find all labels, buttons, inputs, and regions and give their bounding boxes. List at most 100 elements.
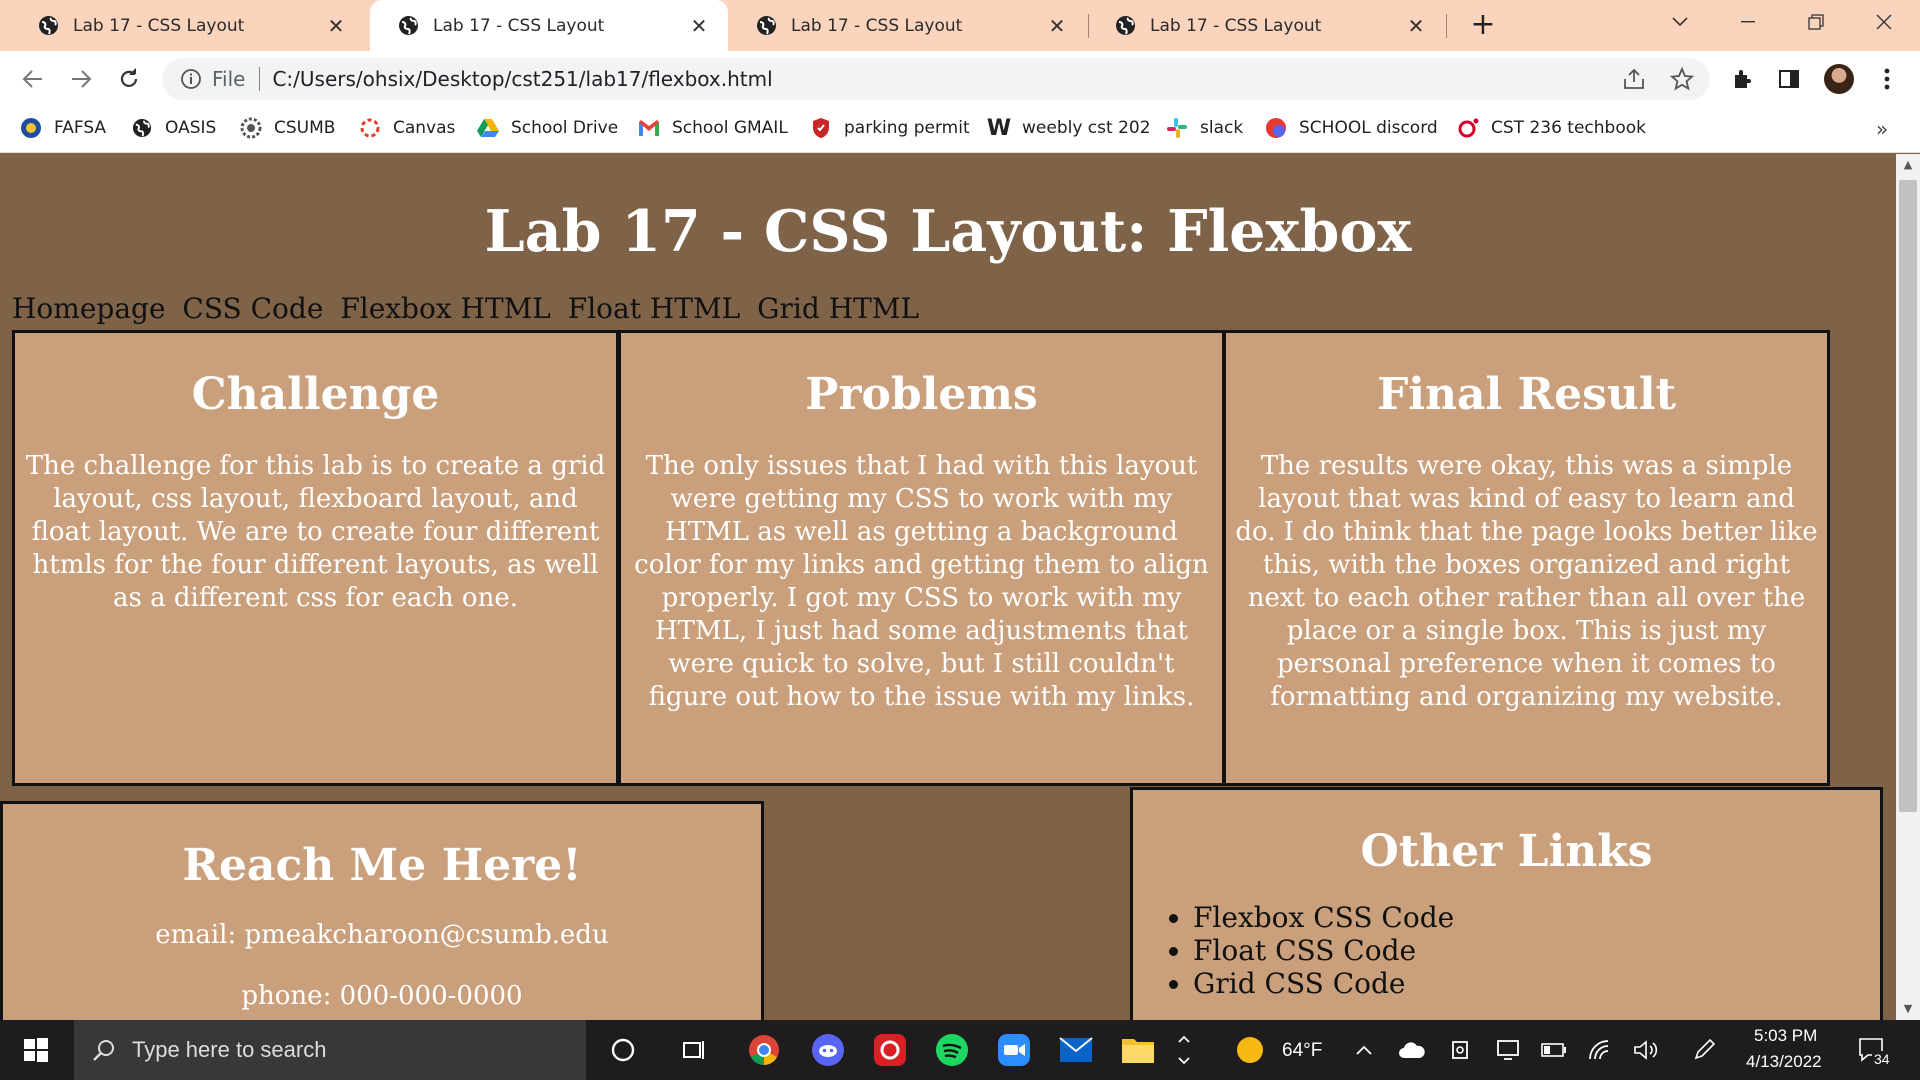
share-icon[interactable] — [1622, 67, 1646, 91]
address-bar[interactable]: File C:/Users/ohsix/Desktop/cst251/lab17… — [162, 58, 1710, 100]
bookmark-label: SCHOOL discord — [1299, 118, 1438, 138]
bookmark-canvas[interactable]: Canvas — [359, 115, 455, 141]
challenge-box: Challenge The challenge for this lab is … — [12, 330, 619, 786]
mail-icon[interactable] — [1058, 1032, 1094, 1068]
minimize-icon[interactable] — [1718, 0, 1778, 44]
browser-toolbar: File C:/Users/ohsix/Desktop/cst251/lab17… — [0, 51, 1920, 105]
tab-title: Lab 17 - CSS Layout — [1150, 15, 1322, 36]
bookmark-school-gmail[interactable]: School GMAIL — [638, 115, 788, 141]
tab-search-icon[interactable] — [1650, 0, 1710, 44]
bookmark-label: OASIS — [165, 118, 217, 138]
clock-time[interactable]: 5:03 PM — [1754, 1026, 1817, 1046]
bookmarks-overflow-button[interactable]: » — [1876, 117, 1888, 141]
close-window-icon[interactable] — [1854, 0, 1914, 44]
slack-icon — [1166, 117, 1188, 139]
scroll-down-icon[interactable]: ▼ — [1896, 1000, 1920, 1018]
nav-link-grid-html[interactable]: Grid HTML — [757, 292, 919, 325]
contact-phone: phone: 000-000-0000 — [241, 981, 523, 1011]
canvas-icon — [359, 117, 381, 139]
nav-links: Homepage CSS Code Flexbox HTML Float HTM… — [12, 292, 927, 325]
restore-icon[interactable] — [1786, 0, 1846, 44]
show-hidden-icons-icon[interactable] — [1166, 1032, 1202, 1068]
wifi-icon[interactable] — [1582, 1032, 1618, 1068]
fafsa-icon — [20, 117, 42, 139]
forward-icon[interactable] — [64, 62, 98, 96]
profile-avatar[interactable] — [1824, 64, 1854, 94]
pen-icon[interactable] — [1686, 1032, 1722, 1068]
close-icon[interactable]: ✕ — [1405, 14, 1427, 38]
clock-date[interactable]: 4/13/2022 — [1746, 1052, 1822, 1072]
info-icon[interactable] — [180, 68, 202, 90]
other-link-float-css[interactable]: Float CSS Code — [1193, 934, 1880, 967]
reload-icon[interactable] — [112, 62, 146, 96]
close-icon[interactable]: ✕ — [325, 14, 347, 38]
menu-kebab-icon[interactable] — [1874, 66, 1900, 92]
tab-strip: Lab 17 - CSS Layout ✕ Lab 17 - CSS Layou… — [0, 0, 1920, 51]
cortana-icon[interactable] — [605, 1032, 641, 1068]
box-text: The only issues that I had with this lay… — [634, 451, 1209, 712]
other-link-grid-css[interactable]: Grid CSS Code — [1193, 967, 1880, 1000]
bookmark-fafsa[interactable]: FAFSA — [20, 115, 106, 141]
spotify-icon[interactable] — [934, 1032, 970, 1068]
new-tab-button[interactable]: + — [1466, 8, 1500, 42]
globe-icon — [398, 15, 419, 36]
weather-temp[interactable]: 64°F — [1282, 1040, 1322, 1062]
bookmark-parking-permit[interactable]: parking permit — [810, 115, 970, 141]
nav-link-flexbox-html[interactable]: Flexbox HTML — [340, 292, 551, 325]
bookmark-oasis[interactable]: OASIS — [131, 115, 216, 141]
meet-now-icon[interactable] — [1442, 1032, 1478, 1068]
bookmark-csumb[interactable]: CSUMB — [240, 115, 335, 141]
battery-icon[interactable] — [1536, 1032, 1572, 1068]
bookmarks-bar: FAFSA OASIS CSUMB Canvas School Drive Sc… — [0, 105, 1920, 153]
file-explorer-icon[interactable] — [1120, 1032, 1156, 1068]
close-icon[interactable]: ✕ — [1046, 14, 1068, 38]
bookmark-cst236-techbook[interactable]: CST 236 techbook — [1457, 115, 1646, 141]
creative-cloud-icon[interactable] — [872, 1032, 908, 1068]
back-icon[interactable] — [16, 62, 50, 96]
windows-start-icon[interactable] — [18, 1032, 54, 1068]
bookmark-school-drive[interactable]: School Drive — [477, 115, 618, 141]
browser-tab[interactable]: Lab 17 - CSS Layout ✕ — [10, 0, 365, 51]
nav-link-css-code[interactable]: CSS Code — [182, 292, 323, 325]
windows-taskbar: Type here to search 64°F 5:03 PM 4/13/20… — [0, 1020, 1920, 1080]
tab-title: Lab 17 - CSS Layout — [73, 15, 245, 36]
display-icon[interactable] — [1490, 1032, 1526, 1068]
box-heading: Other Links — [1360, 826, 1653, 877]
browser-tab[interactable]: Lab 17 - CSS Layout ✕ — [728, 0, 1086, 51]
tray-chevron-up-icon[interactable] — [1346, 1032, 1382, 1068]
drive-icon — [477, 117, 499, 139]
zoom-icon[interactable] — [996, 1032, 1032, 1068]
nav-link-homepage[interactable]: Homepage — [12, 292, 166, 325]
bookmark-slack[interactable]: slack — [1166, 115, 1243, 141]
bookmark-school-discord[interactable]: SCHOOL discord — [1265, 115, 1438, 141]
bookmark-star-icon[interactable] — [1670, 67, 1694, 91]
box-text: The challenge for this lab is to create … — [25, 451, 606, 613]
other-link-flexbox-css[interactable]: Flexbox CSS Code — [1193, 901, 1880, 934]
side-panel-icon[interactable] — [1776, 66, 1802, 92]
browser-tab[interactable]: Lab 17 - CSS Layout ✕ — [1087, 0, 1445, 51]
browser-tab-active[interactable]: Lab 17 - CSS Layout ✕ — [370, 0, 728, 51]
volume-icon[interactable] — [1628, 1032, 1664, 1068]
scroll-up-icon[interactable]: ▲ — [1896, 156, 1920, 174]
box-heading: Final Result — [1377, 369, 1676, 420]
bookmark-label: School GMAIL — [672, 118, 788, 138]
contact-email: email: pmeakcharoon@csumb.edu — [155, 920, 609, 950]
scrollbar-thumb[interactable] — [1899, 180, 1917, 812]
nav-link-float-html[interactable]: Float HTML — [568, 292, 740, 325]
search-icon — [92, 1038, 116, 1062]
chrome-taskbar-icon[interactable] — [746, 1032, 782, 1068]
extensions-icon[interactable] — [1730, 66, 1756, 92]
close-icon[interactable]: ✕ — [688, 14, 710, 38]
globe-icon — [756, 15, 777, 36]
bookmark-label: weebly cst 202 — [1022, 118, 1151, 138]
bookmark-weebly[interactable]: W weebly cst 202 — [987, 115, 1151, 141]
taskbar-search-box[interactable]: Type here to search — [74, 1020, 586, 1080]
scheme-label: File — [212, 67, 246, 91]
bookmark-label: CSUMB — [274, 118, 336, 138]
weather-sun-icon[interactable] — [1232, 1032, 1268, 1068]
task-view-icon[interactable] — [676, 1032, 712, 1068]
discord-taskbar-icon[interactable] — [810, 1032, 846, 1068]
box-heading: Problems — [805, 369, 1038, 420]
url-text[interactable]: C:/Users/ohsix/Desktop/cst251/lab17/flex… — [272, 67, 1710, 91]
onedrive-cloud-icon[interactable] — [1394, 1032, 1430, 1068]
